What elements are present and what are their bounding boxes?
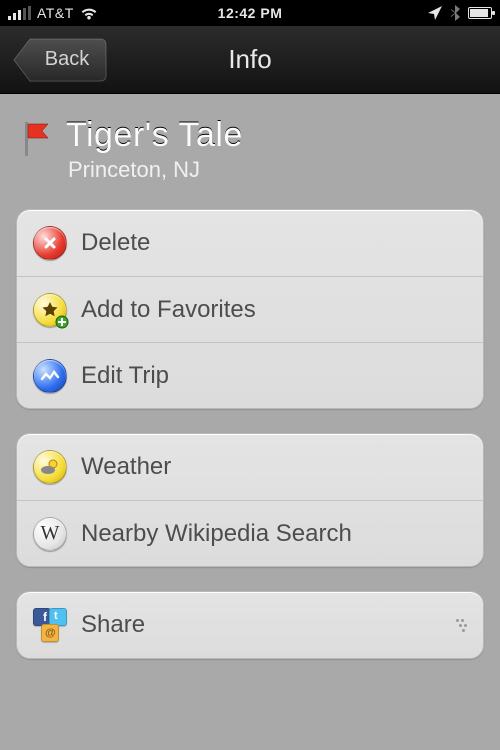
back-button[interactable]: Back: [12, 37, 108, 83]
place-header: Tiger's Tale Princeton, NJ: [22, 116, 484, 183]
wifi-icon: [80, 6, 98, 20]
content: Tiger's Tale Princeton, NJ Delete Add to…: [0, 94, 500, 750]
edit-trip-row[interactable]: Edit Trip: [17, 342, 483, 408]
favorites-row[interactable]: Add to Favorites: [17, 276, 483, 342]
place-title: Tiger's Tale: [66, 116, 243, 155]
battery-icon: [468, 7, 492, 19]
delete-label: Delete: [81, 229, 150, 257]
location-icon: [428, 6, 442, 20]
delete-icon: [33, 226, 67, 260]
share-label: Share: [81, 611, 145, 639]
favorites-label: Add to Favorites: [81, 296, 256, 324]
share-group: Share: [16, 591, 484, 659]
nav-bar: Back Info: [0, 26, 500, 94]
weather-label: Weather: [81, 453, 171, 481]
weather-icon: [33, 450, 67, 484]
signal-icon: [8, 6, 31, 20]
back-button-label: Back: [34, 37, 108, 83]
edit-trip-label: Edit Trip: [81, 362, 169, 390]
actions-group: Delete Add to Favorites Edit Trip: [16, 209, 484, 409]
delete-row[interactable]: Delete: [17, 210, 483, 276]
trip-icon: [33, 359, 67, 393]
share-row[interactable]: Share: [17, 592, 483, 658]
place-subtitle: Princeton, NJ: [68, 157, 243, 183]
bluetooth-icon: [450, 5, 460, 21]
wikipedia-icon: W: [33, 517, 67, 551]
favorite-icon: [33, 293, 67, 327]
wikipedia-label: Nearby Wikipedia Search: [81, 520, 352, 548]
carrier-label: AT&T: [37, 5, 74, 21]
weather-row[interactable]: Weather: [17, 434, 483, 500]
flag-icon: [22, 122, 52, 156]
info-group: Weather W Nearby Wikipedia Search: [16, 433, 484, 567]
share-icon: [33, 608, 67, 642]
disclosure-icon: [456, 619, 467, 632]
status-bar: AT&T 12:42 PM: [0, 0, 500, 26]
clock-label: 12:42 PM: [218, 5, 283, 21]
wikipedia-row[interactable]: W Nearby Wikipedia Search: [17, 500, 483, 566]
